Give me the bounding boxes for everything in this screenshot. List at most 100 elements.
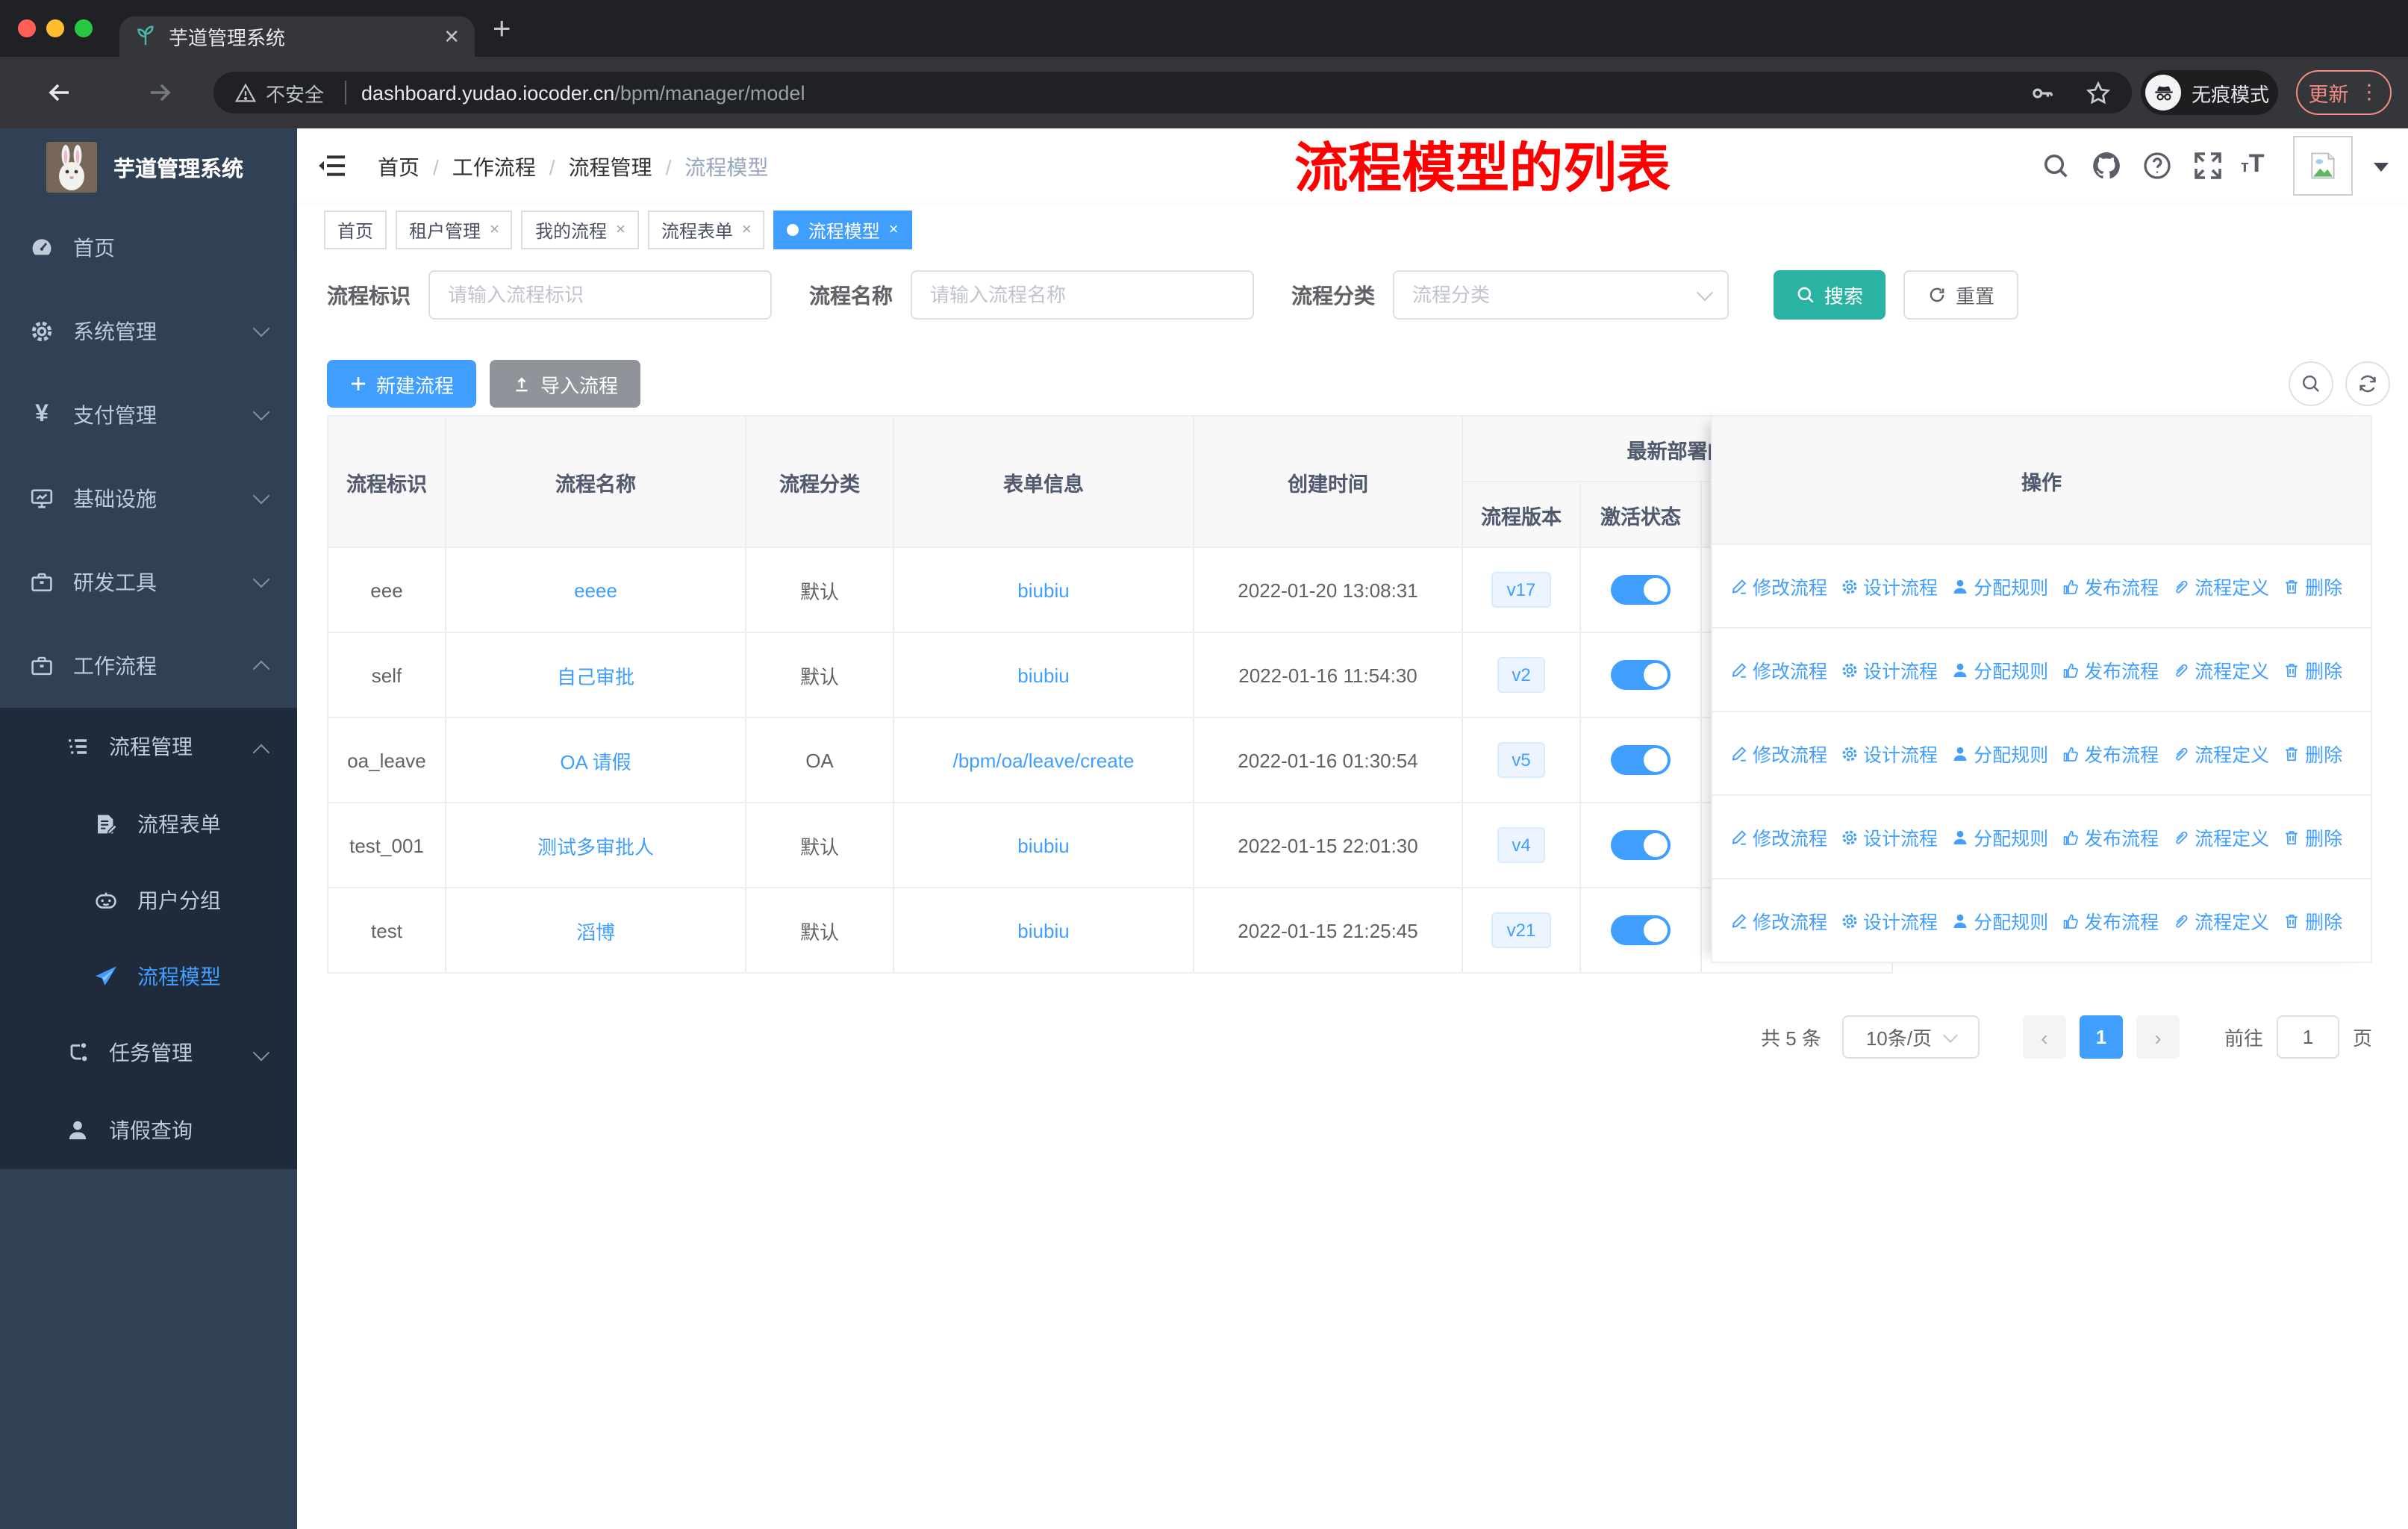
modify-process-link[interactable]: 修改流程 xyxy=(1730,739,1827,767)
back-icon[interactable] xyxy=(45,78,75,108)
assign-rule-link[interactable]: 分配规则 xyxy=(1951,906,2048,935)
assign-rule-link[interactable]: 分配规则 xyxy=(1951,572,2048,600)
help-icon[interactable] xyxy=(2142,151,2172,181)
sidebar-item-process-form[interactable]: 流程表单 xyxy=(0,785,297,862)
delete-link[interactable]: 删除 xyxy=(2283,823,2342,851)
form-info-link[interactable]: /bpm/oa/leave/create xyxy=(953,749,1135,771)
category-select-input[interactable] xyxy=(1393,270,1729,320)
process-name-link[interactable]: 滔博 xyxy=(576,921,615,943)
modify-process-link[interactable]: 修改流程 xyxy=(1730,823,1827,851)
sidebar-item-devtools[interactable]: 研发工具 xyxy=(0,541,297,624)
breadcrumb-item[interactable]: 工作流程 xyxy=(452,152,536,181)
form-info-link[interactable]: biubiu xyxy=(1017,834,1069,856)
assign-rule-link[interactable]: 分配规则 xyxy=(1951,823,2048,851)
close-icon[interactable]: × xyxy=(742,221,752,239)
close-icon[interactable]: × xyxy=(889,221,899,239)
design-process-link[interactable]: 设计流程 xyxy=(1841,655,1938,684)
delete-link[interactable]: 删除 xyxy=(2283,655,2342,684)
status-toggle[interactable] xyxy=(1611,830,1671,860)
search-button[interactable]: 搜索 xyxy=(1774,270,1886,320)
tab-close-icon[interactable]: ✕ xyxy=(443,25,460,49)
tag-home[interactable]: 首页 xyxy=(324,211,387,249)
design-process-link[interactable]: 设计流程 xyxy=(1841,823,1938,851)
modify-process-link[interactable]: 修改流程 xyxy=(1730,906,1827,935)
prev-page-button[interactable]: ‹ xyxy=(2022,1015,2066,1059)
forward-icon[interactable] xyxy=(145,78,175,108)
window-minimize-button[interactable] xyxy=(46,19,64,37)
breadcrumb-item[interactable]: 首页 xyxy=(378,152,419,181)
form-info-link[interactable]: biubiu xyxy=(1017,579,1069,601)
delete-link[interactable]: 删除 xyxy=(2283,906,2342,935)
sidebar-item-process-manage[interactable]: 流程管理 xyxy=(0,708,297,785)
form-info-link[interactable]: biubiu xyxy=(1017,919,1069,941)
process-name-link[interactable]: 自己审批 xyxy=(557,665,634,688)
tag-process-model[interactable]: 流程模型 × xyxy=(773,211,912,249)
design-process-link[interactable]: 设计流程 xyxy=(1841,572,1938,600)
process-definition-link[interactable]: 流程定义 xyxy=(2172,906,2269,935)
process-definition-link[interactable]: 流程定义 xyxy=(2172,823,2269,851)
close-icon[interactable]: × xyxy=(616,221,626,239)
tag-process-form[interactable]: 流程表单 × xyxy=(647,211,765,249)
sidebar-logo[interactable]: 芋道管理系统 xyxy=(0,128,297,206)
publish-process-link[interactable]: 发布流程 xyxy=(2062,823,2159,851)
sidebar-item-home[interactable]: 首页 xyxy=(0,206,297,290)
sidebar-item-payment[interactable]: ¥ 支付管理 xyxy=(0,373,297,457)
delete-link[interactable]: 删除 xyxy=(2283,572,2342,600)
status-toggle[interactable] xyxy=(1611,745,1671,775)
modify-process-link[interactable]: 修改流程 xyxy=(1730,655,1827,684)
delete-link[interactable]: 删除 xyxy=(2283,739,2342,767)
process-key-input[interactable] xyxy=(428,270,772,320)
window-zoom-button[interactable] xyxy=(75,19,93,37)
status-toggle[interactable] xyxy=(1611,575,1671,605)
sidebar-item-workflow[interactable]: 工作流程 xyxy=(0,624,297,708)
publish-process-link[interactable]: 发布流程 xyxy=(2062,906,2159,935)
refresh-button[interactable] xyxy=(2345,361,2390,406)
publish-process-link[interactable]: 发布流程 xyxy=(2062,739,2159,767)
avatar[interactable] xyxy=(2293,136,2353,196)
process-name-link[interactable]: OA 请假 xyxy=(560,750,631,773)
sidebar-collapse-icon[interactable] xyxy=(318,151,348,181)
close-icon[interactable]: × xyxy=(490,221,499,239)
tag-tenant[interactable]: 租户管理 × xyxy=(396,211,513,249)
form-info-link[interactable]: biubiu xyxy=(1017,664,1069,686)
key-icon[interactable] xyxy=(2030,80,2056,105)
kebab-menu-icon[interactable]: ⋮ xyxy=(2359,81,2380,105)
design-process-link[interactable]: 设计流程 xyxy=(1841,906,1938,935)
sidebar-item-leave-query[interactable]: 请假查询 xyxy=(0,1092,297,1169)
modify-process-link[interactable]: 修改流程 xyxy=(1730,572,1827,600)
address-bar[interactable]: 不安全 dashboard.yudao.iocoder.cn/bpm/manag… xyxy=(213,72,2132,113)
reset-button[interactable]: 重置 xyxy=(1903,270,2019,320)
next-page-button[interactable]: › xyxy=(2136,1015,2180,1059)
design-process-link[interactable]: 设计流程 xyxy=(1841,739,1938,767)
sidebar-item-infra[interactable]: 基础设施 xyxy=(0,457,297,541)
process-definition-link[interactable]: 流程定义 xyxy=(2172,739,2269,767)
assign-rule-link[interactable]: 分配规则 xyxy=(1951,655,2048,684)
github-icon[interactable] xyxy=(2092,151,2121,181)
status-toggle[interactable] xyxy=(1611,915,1671,945)
process-name-input[interactable] xyxy=(911,270,1254,320)
category-select[interactable] xyxy=(1393,270,1729,320)
publish-process-link[interactable]: 发布流程 xyxy=(2062,655,2159,684)
fullscreen-icon[interactable] xyxy=(2193,151,2223,181)
goto-page-input[interactable] xyxy=(2276,1015,2339,1059)
search-icon[interactable] xyxy=(2041,151,2071,181)
tag-my-process[interactable]: 我的流程 × xyxy=(521,211,639,249)
status-toggle[interactable] xyxy=(1611,660,1671,690)
import-process-button[interactable]: 导入流程 xyxy=(490,360,641,408)
new-tab-button[interactable]: + xyxy=(493,12,511,48)
page-1-button[interactable]: 1 xyxy=(2079,1015,2123,1059)
sidebar-item-user-group[interactable]: 用户分组 xyxy=(0,862,297,938)
browser-update-button[interactable]: 更新 ⋮ xyxy=(2296,70,2392,115)
process-name-link[interactable]: 测试多审批人 xyxy=(537,835,654,858)
browser-tab[interactable]: 芋道管理系统 ✕ xyxy=(119,16,475,57)
process-definition-link[interactable]: 流程定义 xyxy=(2172,572,2269,600)
sidebar-item-task-manage[interactable]: 任务管理 xyxy=(0,1014,297,1092)
star-icon[interactable] xyxy=(2086,80,2111,105)
font-size-icon[interactable]: тT xyxy=(2241,151,2265,176)
page-size-select[interactable]: 10条/页 xyxy=(1841,1015,1980,1059)
sidebar-item-process-model[interactable]: 流程模型 xyxy=(0,938,297,1014)
breadcrumb-item[interactable]: 流程管理 xyxy=(569,152,652,181)
process-name-link[interactable]: eeee xyxy=(574,579,617,601)
show-search-button[interactable] xyxy=(2289,361,2333,406)
process-definition-link[interactable]: 流程定义 xyxy=(2172,655,2269,684)
